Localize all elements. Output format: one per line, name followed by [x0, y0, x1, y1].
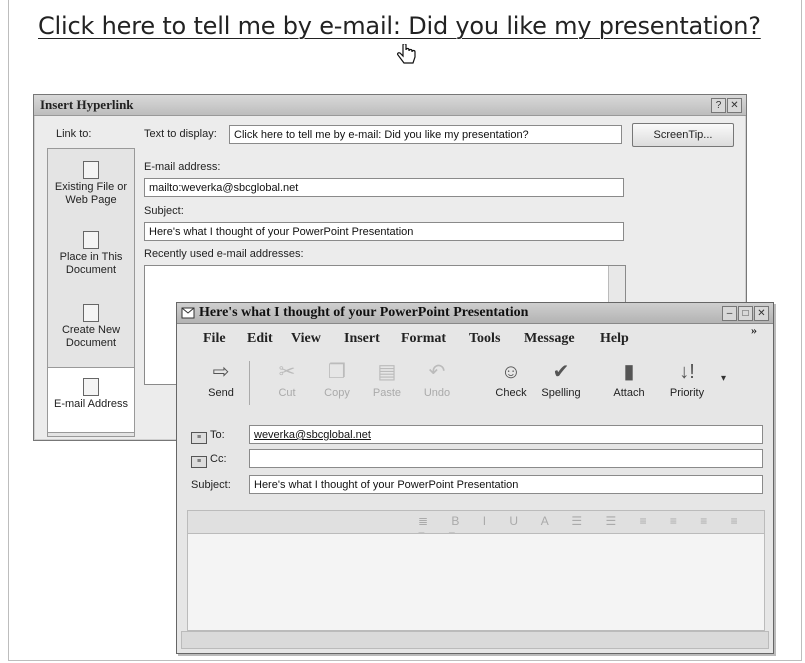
cut-icon: ✂	[278, 361, 296, 383]
status-bar	[181, 631, 769, 649]
formatting-toolbar: ≣ B I U A ☰ ☰ ≡ ≡ ≡ ≡ ≡ ≡	[187, 510, 765, 542]
spelling-icon: ✔	[552, 361, 570, 383]
send-button[interactable]: ⇨ Send	[197, 359, 245, 399]
globe-file-icon	[83, 161, 99, 179]
subject-field[interactable]: Here's what I thought of your PowerPoint…	[144, 222, 624, 241]
message-title: Here's what I thought of your PowerPoint…	[199, 305, 529, 320]
close-icon[interactable]: ✕	[727, 98, 742, 113]
check-names-icon: ☺	[500, 361, 522, 383]
recent-addresses-label: Recently used e-mail addresses:	[144, 248, 304, 260]
menu-file[interactable]: File	[203, 331, 226, 347]
link-option-create-new[interactable]: Create New Document	[48, 304, 134, 350]
menu-format[interactable]: Format	[401, 331, 446, 347]
screentip-button[interactable]: ScreenTip...	[632, 123, 734, 147]
menu-tools[interactable]: Tools	[469, 331, 500, 347]
link-to-label: Link to:	[56, 128, 92, 140]
subject-label: Subject:	[191, 479, 231, 491]
message-titlebar: Here's what I thought of your PowerPoint…	[177, 303, 773, 324]
send-icon: ⇨	[212, 361, 230, 383]
undo-icon: ↶	[428, 361, 446, 383]
paste-icon: ▤	[377, 361, 397, 383]
dialog-title: Insert Hyperlink	[40, 97, 134, 112]
toolbar-separator	[249, 361, 250, 405]
link-option-email-address[interactable]: E-mail Address	[48, 367, 134, 433]
paste-button[interactable]: ▤ Paste	[363, 359, 411, 399]
menu-help[interactable]: Help	[600, 331, 629, 347]
undo-button[interactable]: ↶ Undo	[413, 359, 461, 399]
menu-insert[interactable]: Insert	[344, 331, 380, 347]
cc-field[interactable]	[249, 449, 763, 468]
address-book-icon: ≡	[191, 432, 207, 444]
email-icon	[83, 378, 99, 396]
menu-bar: File Edit View Insert Format Tools Messa…	[177, 323, 773, 349]
copy-icon: ❐	[328, 361, 346, 383]
cc-label[interactable]: ≡ Cc:	[191, 453, 227, 468]
cut-button[interactable]: ✂ Cut	[263, 359, 311, 399]
subject-label: Subject:	[144, 205, 184, 217]
check-names-button[interactable]: ☺ Check	[487, 359, 535, 399]
copy-button[interactable]: ❐ Copy	[313, 359, 361, 399]
menu-edit[interactable]: Edit	[247, 331, 273, 347]
chevron-right-icon[interactable]: »	[751, 323, 757, 338]
to-field[interactable]: weverka@sbcglobal.net	[249, 425, 763, 444]
email-address-field[interactable]: mailto:weverka@sbcglobal.net	[144, 178, 624, 197]
text-to-display-label: Text to display:	[144, 128, 217, 140]
priority-button[interactable]: ↓! Priority	[663, 359, 711, 399]
message-icon	[181, 307, 195, 319]
maximize-icon[interactable]: □	[738, 306, 753, 321]
hand-cursor-icon	[397, 44, 416, 64]
dialog-titlebar: Insert Hyperlink ? ✕	[34, 95, 746, 116]
to-label[interactable]: ≡ To:	[191, 429, 225, 444]
document-anchor-icon	[83, 231, 99, 249]
link-to-bar: Existing File or Web Page Place in This …	[47, 148, 135, 437]
email-address-label: E-mail address:	[144, 161, 221, 173]
link-option-existing-file[interactable]: Existing File or Web Page	[48, 161, 134, 207]
link-option-place-in-document[interactable]: Place in This Document	[48, 231, 134, 277]
menu-view[interactable]: View	[291, 331, 321, 347]
message-body[interactable]	[187, 533, 765, 631]
attach-icon: ▮	[623, 361, 635, 383]
message-window: Here's what I thought of your PowerPoint…	[176, 302, 774, 654]
new-document-icon	[83, 304, 99, 322]
menu-message[interactable]: Message	[524, 331, 575, 347]
priority-dropdown-icon[interactable]: ▾	[721, 373, 726, 384]
subject-field[interactable]: Here's what I thought of your PowerPoint…	[249, 475, 763, 494]
close-icon[interactable]: ✕	[754, 306, 769, 321]
attach-button[interactable]: ▮ Attach	[605, 359, 653, 399]
text-to-display-field[interactable]: Click here to tell me by e-mail: Did you…	[229, 125, 622, 144]
priority-icon: ↓!	[679, 361, 695, 383]
hyperlink-headline[interactable]: Click here to tell me by e-mail: Did you…	[38, 12, 761, 40]
help-icon[interactable]: ?	[711, 98, 726, 113]
address-book-icon: ≡	[191, 456, 207, 468]
spelling-button[interactable]: ✔ Spelling	[537, 359, 585, 399]
minimize-icon[interactable]: –	[722, 306, 737, 321]
